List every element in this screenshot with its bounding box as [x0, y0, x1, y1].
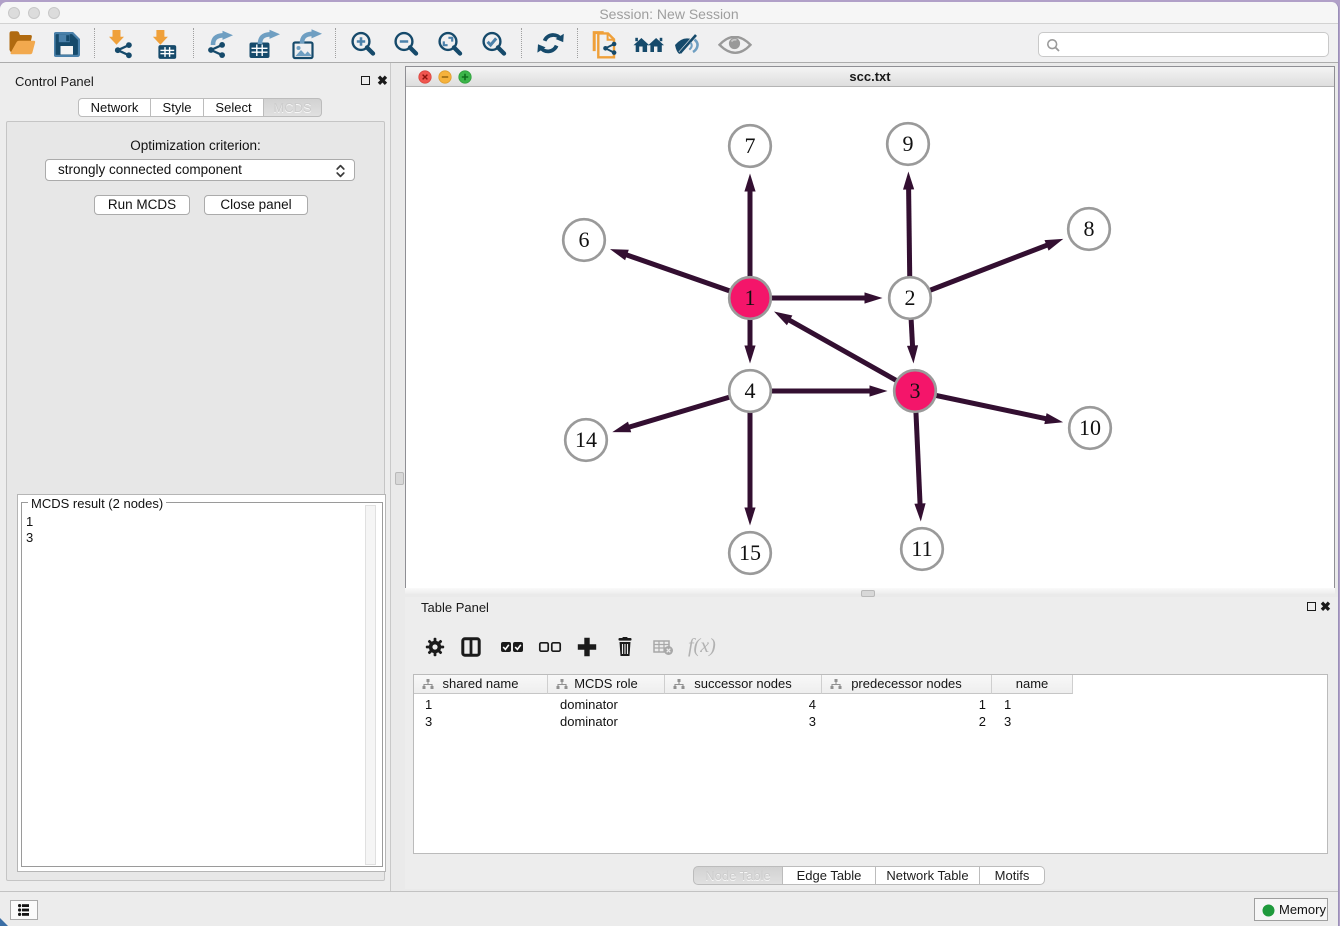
- svg-text:10: 10: [1079, 415, 1101, 440]
- svg-text:7: 7: [745, 133, 756, 158]
- svg-text:8: 8: [1084, 216, 1095, 241]
- svg-text:3: 3: [910, 378, 921, 403]
- svg-text:14: 14: [575, 427, 597, 452]
- svg-text:4: 4: [745, 378, 756, 403]
- svg-text:2: 2: [905, 285, 916, 310]
- svg-text:1: 1: [745, 285, 756, 310]
- svg-text:15: 15: [739, 540, 761, 565]
- svg-text:9: 9: [903, 131, 914, 156]
- svg-text:6: 6: [579, 227, 590, 252]
- svg-text:11: 11: [911, 536, 932, 561]
